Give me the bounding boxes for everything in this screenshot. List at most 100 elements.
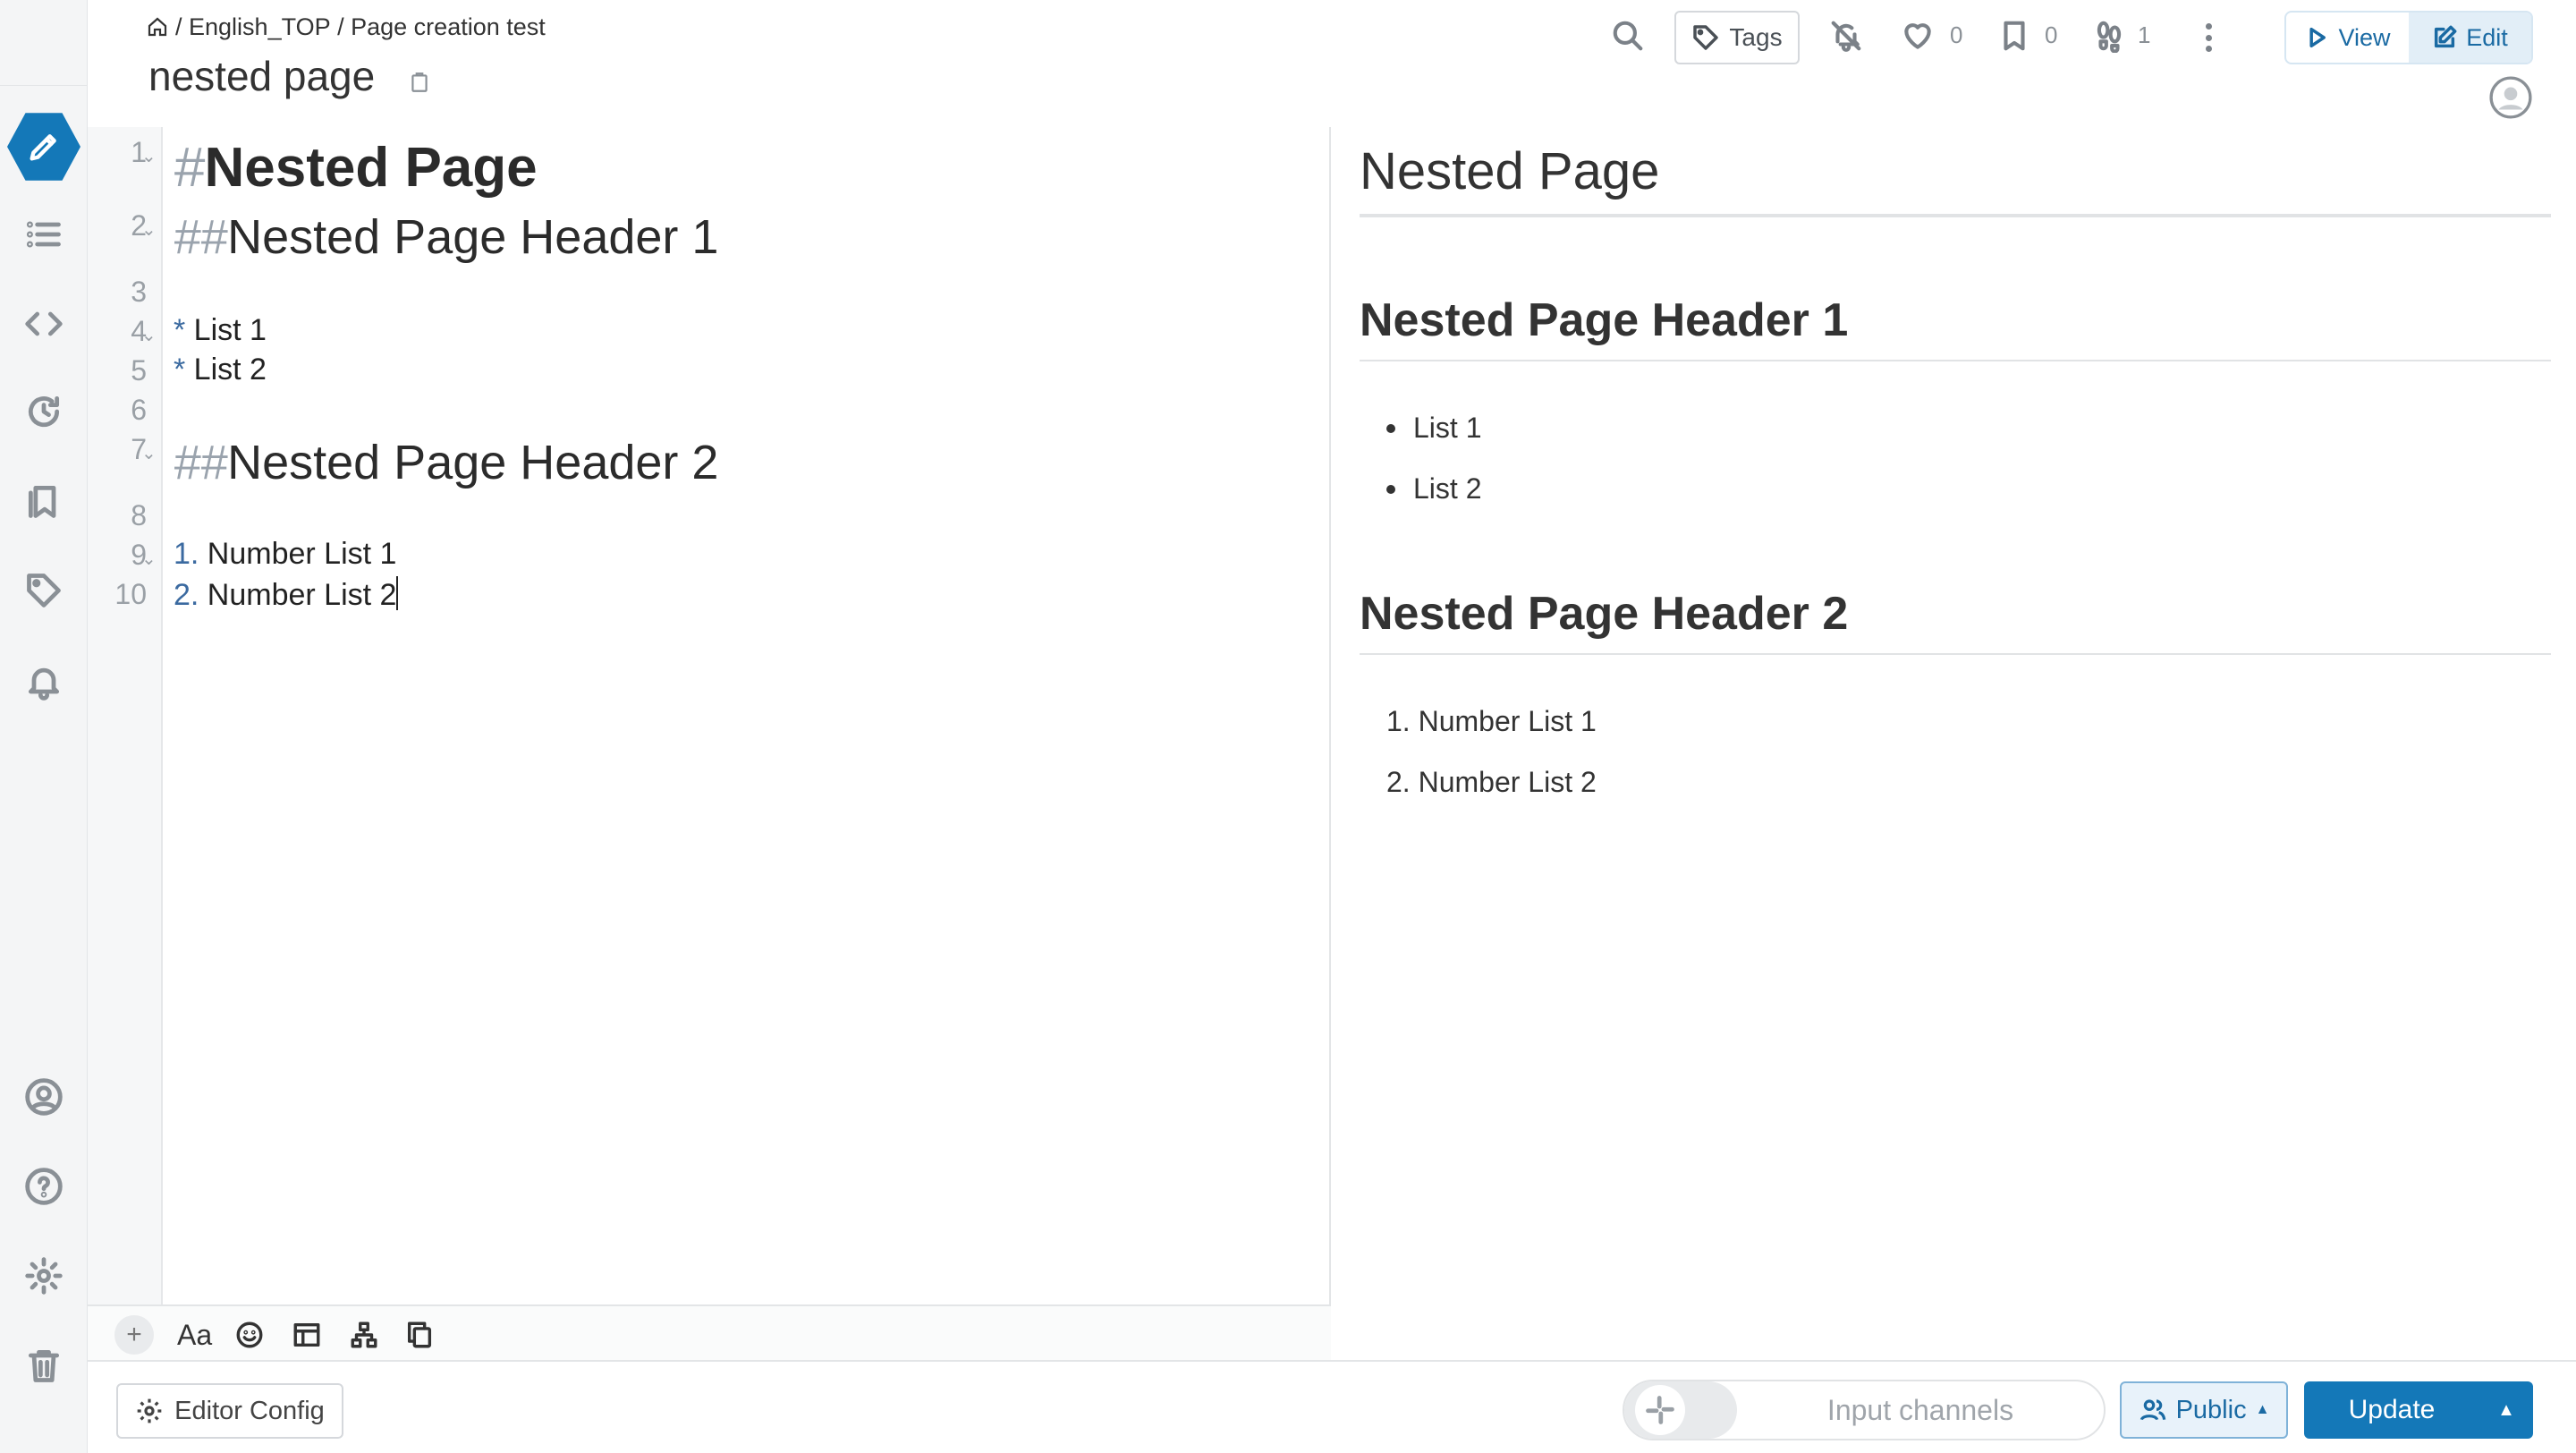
code-line-list[interactable]: * List 2 — [174, 353, 267, 387]
heart-icon — [1904, 23, 1931, 49]
sidebar-settings-button[interactable] — [0, 1240, 88, 1312]
markdown-editor[interactable]: 1 ⌄ 2 ⌄ 3 4 ⌄ 5 6 7 ⌄ 8 9 ⌄ 10 #Nested P… — [88, 127, 1331, 1304]
sidebar-bookmarks-button[interactable] — [0, 465, 88, 537]
fold-marker[interactable]: ⌄ — [141, 145, 159, 167]
fold-marker[interactable]: ⌄ — [141, 218, 159, 241]
bookmark-count: 0 — [2045, 21, 2058, 48]
slack-channel-field: Input channels — [1623, 1380, 2106, 1440]
search-button[interactable] — [1608, 16, 1648, 55]
bookmark-button[interactable] — [1995, 16, 2034, 55]
visibility-dropdown[interactable]: Public ▲ — [2120, 1381, 2288, 1439]
trash-icon — [28, 1349, 60, 1382]
diagram-icon — [351, 1321, 377, 1348]
line-number: 7 — [131, 433, 147, 465]
bell-icon — [28, 667, 60, 701]
emoji-icon — [236, 1321, 263, 1348]
text-format-button[interactable]: Aa — [177, 1315, 212, 1355]
slack-icon — [1635, 1385, 1685, 1435]
kebab-icon[interactable] — [2195, 18, 2222, 57]
preview-h2: Nested Page Header 2 — [1360, 587, 2551, 655]
preview-h1: Nested Page — [1360, 141, 2551, 217]
code-line-h1[interactable]: #Nested Page — [174, 136, 538, 200]
code-line-list[interactable]: * List 1 — [174, 313, 267, 348]
sidebar-edit-button[interactable] — [0, 111, 88, 183]
code-text: Nested Page Header 2 — [227, 436, 719, 489]
like-count: 0 — [1950, 21, 1963, 48]
app-root: / English_TOP / Page creation test neste… — [0, 0, 2576, 1453]
sidebar-trash-button[interactable] — [0, 1330, 88, 1401]
update-options-toggle[interactable]: ▲ — [2479, 1400, 2533, 1421]
markdown-hash: # — [174, 137, 205, 199]
breadcrumb-link-english-top[interactable]: English_TOP — [189, 13, 331, 41]
subscribe-button[interactable] — [1826, 16, 1866, 55]
table-icon — [293, 1322, 320, 1347]
channels-input[interactable]: Input channels — [1737, 1394, 2104, 1427]
caret-up-icon: ▲ — [2497, 1399, 2515, 1420]
like-button[interactable] — [1898, 16, 1937, 55]
fold-marker[interactable]: ⌄ — [141, 548, 159, 570]
table-button[interactable] — [292, 1315, 322, 1355]
breadcrumb-separator: / — [175, 13, 190, 40]
code-text: Nested Page — [204, 137, 538, 199]
code-text: List 1 — [185, 313, 267, 347]
update-button[interactable]: Update — [2304, 1395, 2479, 1425]
sidebar-help-button[interactable] — [0, 1151, 88, 1222]
line-number: 10 — [114, 578, 147, 610]
add-attachment-button[interactable]: + — [114, 1315, 154, 1355]
breadcrumb-separator: / — [330, 13, 352, 40]
gear-icon — [137, 1398, 162, 1423]
emoji-button[interactable] — [234, 1315, 265, 1355]
bookmarks-icon — [28, 485, 56, 518]
line-number: 6 — [131, 394, 147, 426]
code-line-h2[interactable]: ##Nested Page Header 2 — [174, 435, 718, 490]
code-line-numbered[interactable]: 1. Number List 1 — [174, 537, 396, 572]
editor-toolbar: + Aa — [88, 1304, 1331, 1360]
user-icon[interactable] — [2488, 75, 2533, 120]
view-button[interactable]: View — [2286, 13, 2409, 63]
sidebar-toc-button[interactable] — [0, 199, 88, 270]
clipboard-icon[interactable] — [408, 70, 431, 95]
tags-label: Tags — [1729, 23, 1783, 51]
preview-bullet-item: List 2 — [1386, 472, 1481, 506]
search-icon — [1613, 21, 1643, 51]
sidebar — [0, 0, 88, 1453]
sidebar-tags-button[interactable] — [0, 555, 88, 626]
line-number-gutter: 1 ⌄ 2 ⌄ 3 4 ⌄ 5 6 7 ⌄ 8 9 ⌄ 10 — [88, 127, 163, 1304]
list-icon — [26, 221, 61, 248]
tags-button[interactable]: Tags — [1674, 11, 1800, 64]
plus-icon: + — [114, 1315, 154, 1355]
code-text: Number List 2 — [199, 578, 397, 612]
preview-numbered-item: 1. Number List 1 — [1386, 705, 1597, 737]
line-number: 3 — [131, 276, 147, 308]
code-line-numbered[interactable]: 2. Number List 2 — [174, 576, 399, 613]
diagram-button[interactable] — [349, 1315, 379, 1355]
preview-numbered-item: 2. Number List 2 — [1386, 766, 1597, 798]
breadcrumb-link-page-creation-test[interactable]: Page creation test — [351, 13, 546, 41]
tag-icon — [27, 574, 61, 608]
pencil-icon — [7, 113, 80, 181]
editor-config-label: Editor Config — [174, 1396, 325, 1425]
edit-icon — [2435, 25, 2457, 48]
sidebar-attachments-button[interactable] — [0, 288, 88, 360]
help-icon — [25, 1168, 63, 1205]
fold-marker[interactable]: ⌄ — [141, 324, 159, 346]
page-title: nested page — [148, 53, 376, 99]
sidebar-notifications-button[interactable] — [0, 646, 88, 718]
list-marker: * — [174, 353, 186, 387]
bullet-dot — [1386, 484, 1395, 494]
template-button[interactable] — [404, 1315, 435, 1355]
code-line-h2[interactable]: ##Nested Page Header 1 — [174, 209, 718, 265]
edit-button[interactable]: Edit — [2409, 13, 2531, 63]
editor-config-button[interactable]: Editor Config — [116, 1383, 343, 1439]
list-marker: 1. — [174, 537, 199, 571]
text-cursor — [396, 576, 399, 610]
bell-off-icon — [1831, 21, 1861, 52]
seen-users-button[interactable] — [2089, 16, 2129, 55]
slack-toggle[interactable] — [1624, 1381, 1737, 1439]
fold-marker[interactable]: ⌄ — [141, 442, 159, 464]
sidebar-history-button[interactable] — [0, 376, 88, 447]
code-text: List 2 — [185, 353, 267, 387]
sidebar-user-button[interactable] — [0, 1061, 88, 1133]
preview-list-text: List 2 — [1413, 472, 1482, 505]
home-icon[interactable] — [147, 16, 168, 38]
